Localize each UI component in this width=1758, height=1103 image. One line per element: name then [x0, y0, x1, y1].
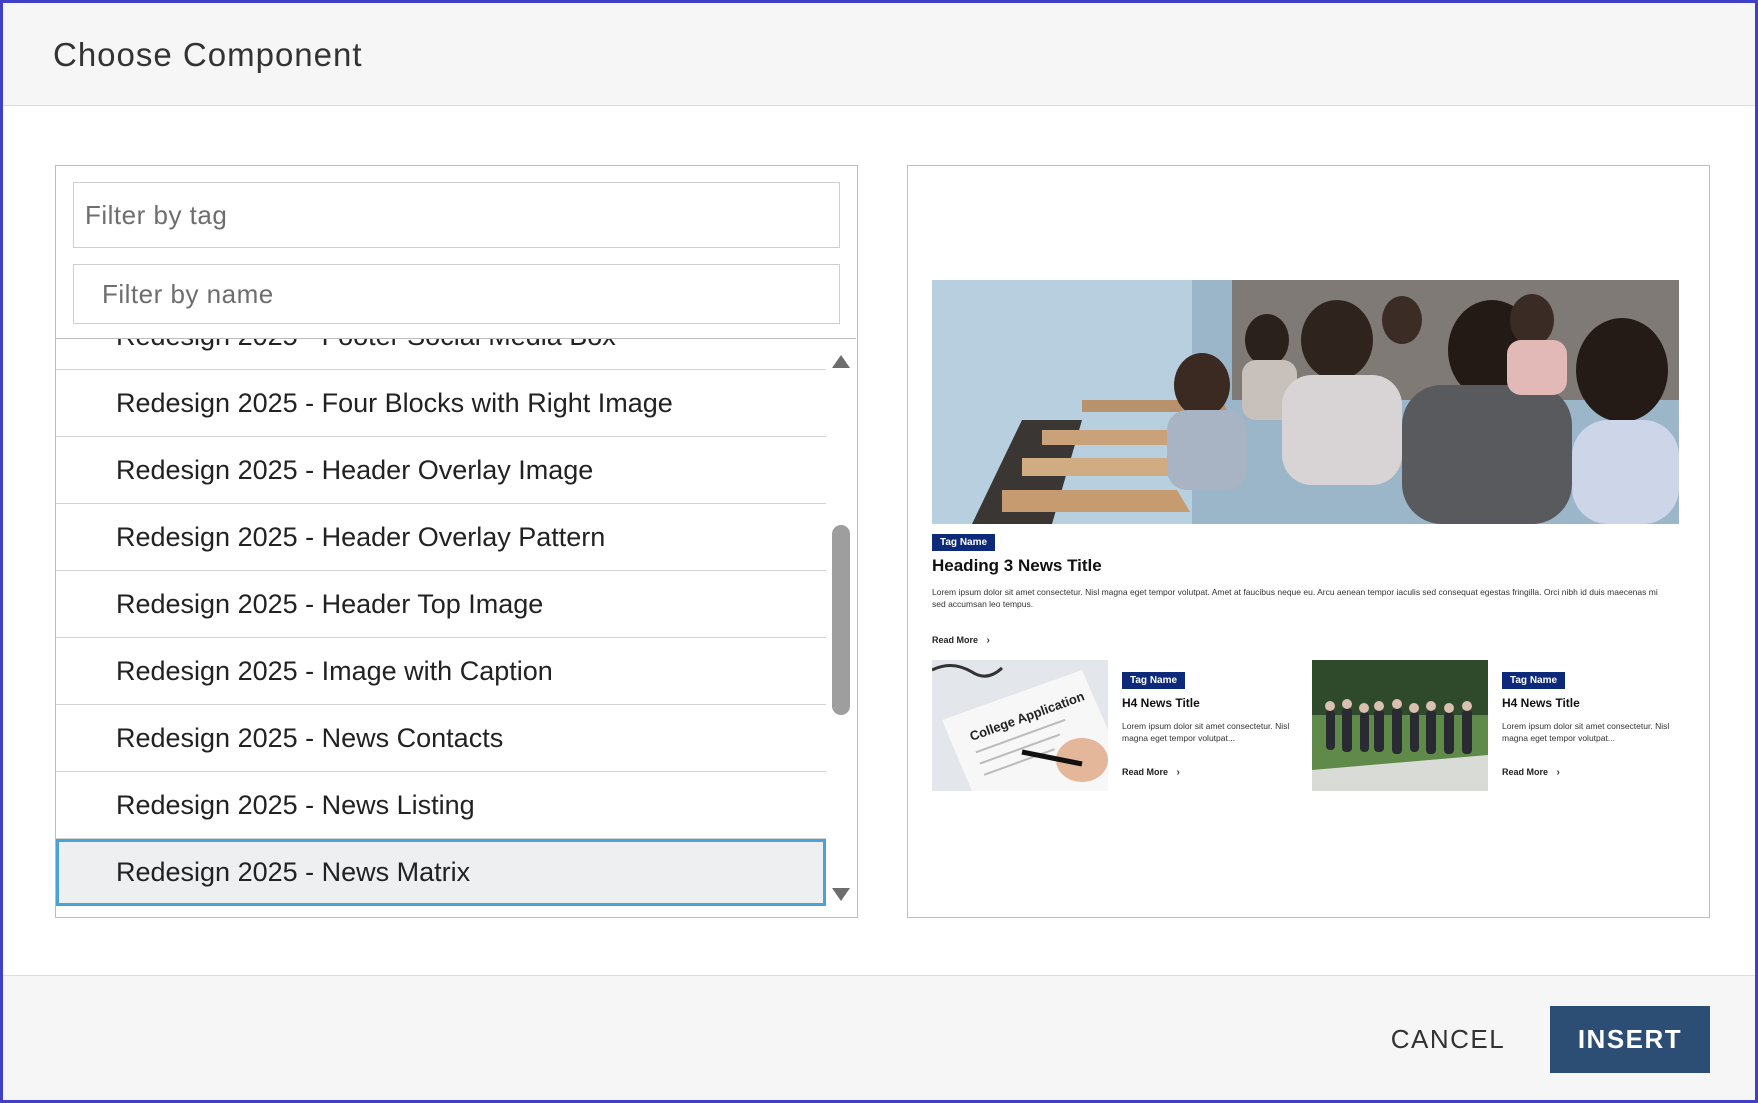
preview-main-read-more: Read More › [932, 630, 990, 648]
list-item[interactable]: Redesign 2025 - Image with Caption [56, 638, 826, 705]
list-item[interactable]: Redesign 2025 - Footer Social Media Box [56, 339, 826, 370]
preview-main-heading: Heading 3 News Title [932, 556, 1102, 575]
cancel-button[interactable]: CANCEL [1373, 1006, 1523, 1073]
component-list[interactable]: Redesign 2025 - Footer Social Media Box … [56, 338, 856, 917]
list-item[interactable]: Redesign 2025 - Header Top Image [56, 571, 826, 638]
insert-button[interactable]: INSERT [1550, 1006, 1710, 1073]
list-item[interactable]: Redesign 2025 - Header Overlay Pattern [56, 504, 826, 571]
scroll-up-arrow-icon[interactable] [832, 355, 850, 368]
dialog-footer: CANCEL INSERT [3, 975, 1755, 1100]
preview-hero-image [932, 280, 1679, 524]
preview-main-body: Lorem ipsum dolor sit amet consectetur. … [932, 587, 1658, 609]
chevron-right-icon: › [986, 635, 990, 646]
students-walking-photo [1312, 660, 1488, 791]
list-item[interactable]: Redesign 2025 - News Contacts [56, 705, 826, 772]
card-2-title: H4 News Title [1502, 696, 1580, 710]
classroom-photo [932, 280, 1679, 524]
component-picker-panel: Redesign 2025 - Footer Social Media Box … [55, 165, 858, 918]
preview-main-tag: Tag Name [932, 534, 996, 551]
list-item-selected[interactable]: Redesign 2025 - News Matrix [56, 839, 826, 906]
read-more-label: Read More [1502, 767, 1549, 777]
card-1-body: Lorem ipsum dolor sit amet consectetur. … [1122, 721, 1290, 743]
choose-component-dialog: Choose Component Redesign 2025 - Footer … [0, 0, 1758, 1103]
card-1-title: H4 News Title [1122, 696, 1200, 710]
card-2-tag: Tag Name [1502, 672, 1566, 689]
card-2-read-more: Read More › [1502, 762, 1560, 780]
card-1-image: College Application [932, 660, 1108, 791]
card-1-tag: Tag Name [1122, 672, 1186, 689]
list-item[interactable]: Redesign 2025 - Four Blocks with Right I… [56, 370, 826, 437]
dialog-header: Choose Component [3, 3, 1755, 106]
filter-by-name-input[interactable] [73, 264, 840, 324]
component-preview-panel: Tag Name Heading 3 News Title Lorem ipsu… [907, 165, 1710, 918]
filter-by-tag-input[interactable] [73, 182, 840, 248]
card-2-body: Lorem ipsum dolor sit amet consectetur. … [1502, 721, 1670, 743]
read-more-label: Read More [1122, 767, 1169, 777]
chevron-right-icon: › [1176, 767, 1180, 778]
read-more-label: Read More [932, 635, 979, 645]
card-1-read-more: Read More › [1122, 762, 1180, 780]
list-item[interactable]: Redesign 2025 - Header Overlay Image [56, 437, 826, 504]
card-2-image [1312, 660, 1488, 791]
component-list-items: Redesign 2025 - Footer Social Media Box … [56, 339, 826, 906]
scrollbar-thumb[interactable] [832, 525, 850, 715]
chevron-right-icon: › [1556, 767, 1560, 778]
dialog-title: Choose Component [53, 36, 363, 73]
list-scrollbar[interactable] [826, 339, 856, 917]
scroll-down-arrow-icon[interactable] [832, 888, 850, 901]
list-item[interactable]: Redesign 2025 - News Listing [56, 772, 826, 839]
college-application-photo: College Application [932, 660, 1108, 791]
